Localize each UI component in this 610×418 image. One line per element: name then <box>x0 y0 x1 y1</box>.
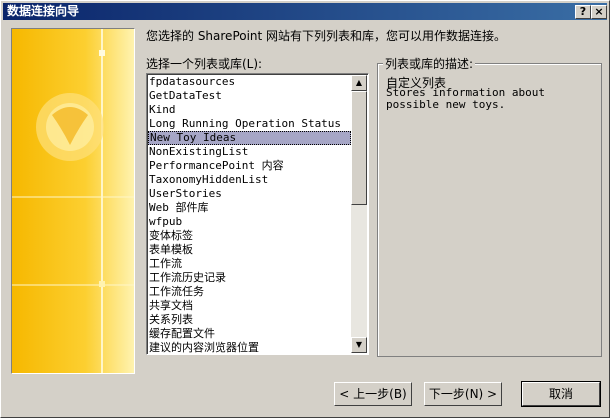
wizard-banner-image <box>11 28 135 374</box>
description-text: Stores information about possible new to… <box>386 86 545 111</box>
list-item[interactable]: New Toy Ideas <box>148 131 351 145</box>
list-item[interactable]: UserStories <box>148 187 351 201</box>
list-item[interactable]: Kind <box>148 103 351 117</box>
list-item[interactable]: 建议的内容浏览器位置 <box>148 341 351 354</box>
window-title: 数据连接向导 <box>7 4 80 18</box>
list-items: fpdatasources GetDataTest Kind Long Running… <box>148 75 351 354</box>
vertical-scrollbar[interactable]: ▲ ▼ <box>351 75 367 353</box>
help-button[interactable]: ? <box>575 5 591 19</box>
list-item[interactable]: wfpub <box>148 215 351 229</box>
next-button[interactable]: 下一步(N) > <box>424 382 502 406</box>
list-label: 选择一个列表或库(L): <box>146 57 263 71</box>
list-item[interactable]: fpdatasources <box>148 75 351 89</box>
scroll-up-arrow-icon[interactable]: ▲ <box>351 75 367 91</box>
list-item[interactable]: 表单模板 <box>148 243 351 257</box>
scroll-down-arrow-icon[interactable]: ▼ <box>351 337 367 353</box>
title-bar: 数据连接向导 ? × <box>3 3 607 20</box>
list-item[interactable]: PerformancePoint 内容 <box>148 159 351 173</box>
list-item[interactable]: NonExistingList <box>148 145 351 159</box>
close-button[interactable]: × <box>591 5 607 19</box>
wizard-window: 数据连接向导 ? × 您选择的 SharePoint 网站有下列列表和库，您可以… <box>0 0 610 418</box>
intro-text: 您选择的 SharePoint 网站有下列列表和库，您可以用作数据连接。 <box>146 29 507 43</box>
wizard-graphic <box>12 29 134 373</box>
list-item[interactable]: 工作流 <box>148 257 351 271</box>
lists-listbox[interactable]: fpdatasources GetDataTest Kind Long Running… <box>146 73 369 355</box>
back-button[interactable]: < 上一步(B) <box>334 382 412 406</box>
list-item[interactable]: 共享文档 <box>148 299 351 313</box>
description-group-label: 列表或库的描述: <box>383 55 476 72</box>
list-item[interactable]: Long Running Operation Status <box>148 117 351 131</box>
scroll-thumb[interactable] <box>351 91 367 205</box>
cancel-button[interactable]: 取消 <box>521 381 601 407</box>
list-item[interactable]: 变体标签 <box>148 229 351 243</box>
list-item[interactable]: 工作流任务 <box>148 285 351 299</box>
list-item[interactable]: 缓存配置文件 <box>148 327 351 341</box>
list-item[interactable]: 工作流历史记录 <box>148 271 351 285</box>
list-item[interactable]: 关系列表 <box>148 313 351 327</box>
list-item[interactable]: GetDataTest <box>148 89 351 103</box>
list-item[interactable]: TaxonomyHiddenList <box>148 173 351 187</box>
list-item[interactable]: Web 部件库 <box>148 201 351 215</box>
